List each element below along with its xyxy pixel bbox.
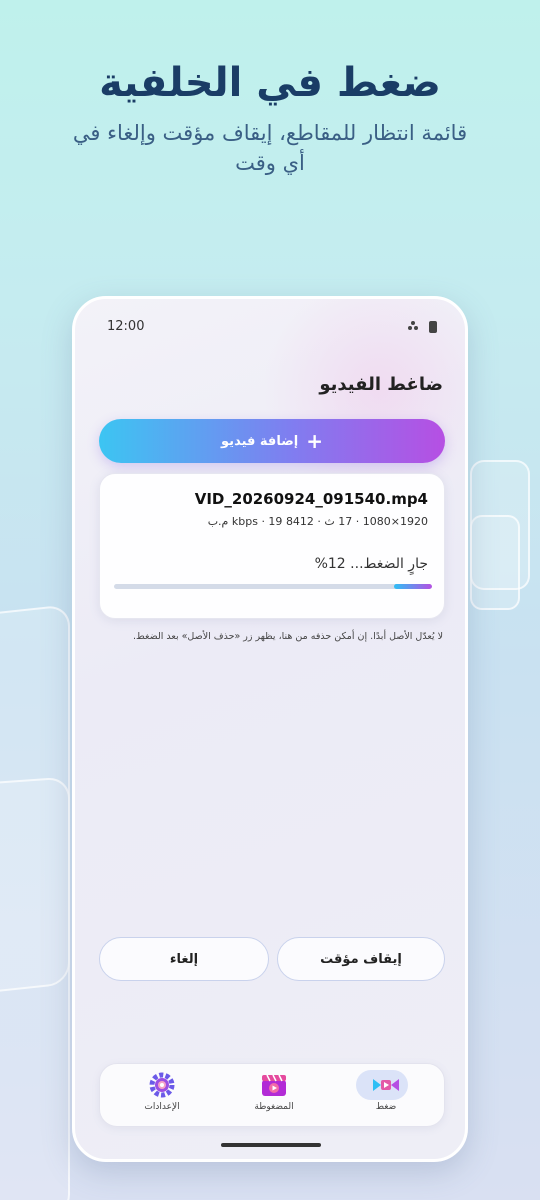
bottom-nav: ضغط المضغوطة الإعدادات (99, 1063, 445, 1127)
nav-item-compressed[interactable]: المضغوطة (224, 1070, 324, 1124)
progress-bar-fill (393, 584, 432, 589)
progress-status: جارٍ الضغط... 12% (314, 556, 428, 572)
cancel-button[interactable]: إلغاء (99, 937, 269, 981)
gear-icon (147, 1072, 177, 1098)
nav-label-settings: الإعدادات (144, 1102, 180, 1112)
nav-item-compress[interactable]: ضغط (336, 1070, 436, 1124)
add-video-label: إضافة فيديو (221, 433, 299, 449)
file-name: VID_20260924_091540.mp4 (194, 490, 428, 508)
status-time: 12:00 (107, 319, 145, 334)
original-file-note: لا يُعدّل الأصل أبدًا. إن أمكن حذفه من ه… (132, 631, 443, 642)
nav-label-compressed: المضغوطة (254, 1102, 294, 1112)
clapperboard-icon (259, 1072, 289, 1098)
home-indicator[interactable] (221, 1143, 321, 1147)
hero-title: ضغط في الخلفية (99, 60, 441, 106)
signal-icon (407, 319, 419, 334)
status-icons (407, 319, 437, 334)
app-title: ضاغط الفيديو (319, 374, 443, 395)
compression-job-card: VID_20260924_091540.mp4 1920×1080 · 17 ث… (99, 473, 445, 619)
file-meta: 1920×1080 · 17 ث · 8412 kbps · 19 م.ب (207, 515, 428, 528)
progress-bar (114, 584, 432, 589)
phone-frame: 12:00 ضاغط الفيديو + إضافة فيديو VID_202… (72, 296, 468, 1162)
hero-subtitle: قائمة انتظار للمقاطع، إيقاف مؤقت وإلغاء … (72, 121, 468, 175)
add-video-button[interactable]: + إضافة فيديو (99, 419, 445, 463)
decor-glass-right-2 (470, 515, 520, 610)
battery-icon (429, 320, 437, 333)
nav-item-settings[interactable]: الإعدادات (112, 1070, 212, 1124)
compress-icon (371, 1072, 401, 1098)
decor-glass-left-2 (0, 776, 70, 1200)
plus-icon: + (306, 429, 323, 453)
nav-label-compress: ضغط (375, 1102, 397, 1112)
pause-button[interactable]: إيقاف مؤقت (277, 937, 445, 981)
